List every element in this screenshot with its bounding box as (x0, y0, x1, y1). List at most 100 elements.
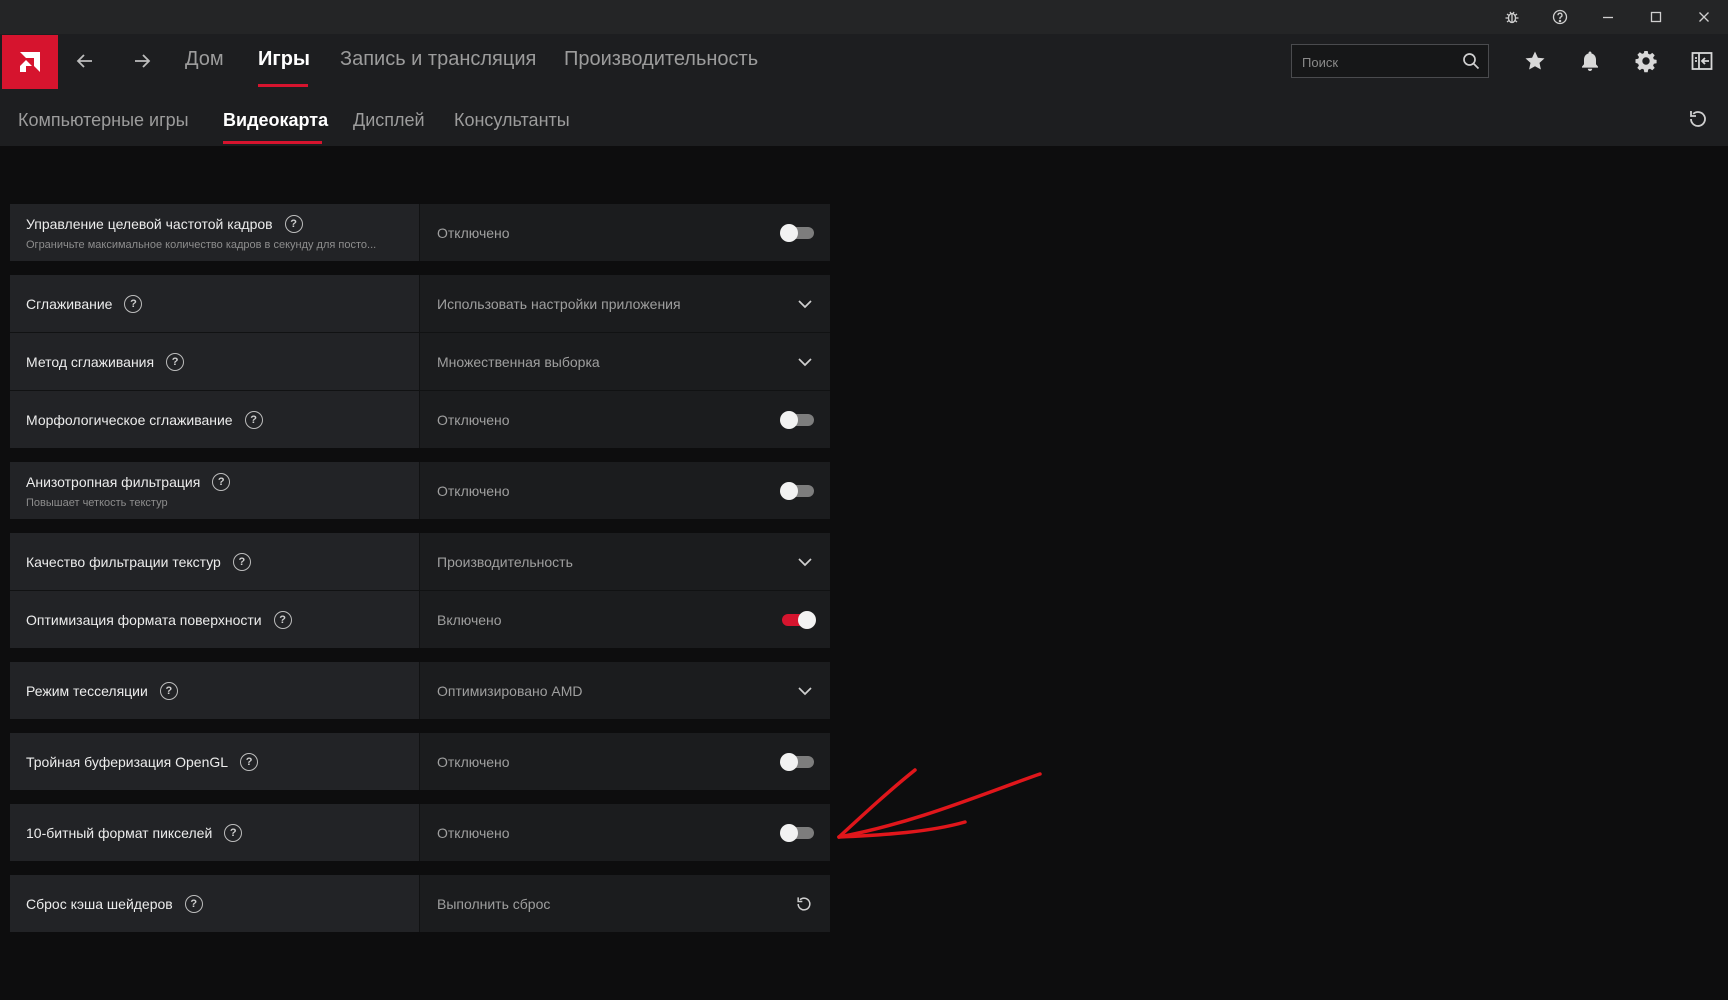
setting-row-surface-format-optimization: Оптимизация формата поверхности? Включен… (10, 591, 830, 648)
help-icon[interactable]: ? (273, 610, 292, 629)
amd-logo[interactable] (2, 35, 58, 89)
nav-tab-performance[interactable]: Производительность (564, 48, 758, 71)
setting-label: Режим тесселяции (26, 682, 148, 699)
setting-row-morphological-aa: Морфологическое сглаживание? Отключено (10, 391, 830, 448)
layout-icon[interactable] (1687, 46, 1717, 76)
help-icon[interactable] (1536, 0, 1584, 34)
search-icon[interactable] (1462, 52, 1480, 70)
setting-value: Использовать настройки приложения (437, 295, 681, 312)
chevron-down-icon (798, 357, 812, 366)
setting-row-tessellation-mode: Режим тесселяции? Оптимизировано AMD (10, 662, 830, 719)
settings-group: Сглаживание? Использовать настройки прил… (10, 275, 830, 448)
bell-icon[interactable] (1575, 46, 1605, 76)
toggle-switch[interactable] (780, 752, 814, 771)
setting-row-shader-cache-reset: Сброс кэша шейдеров? Выполнить сброс (10, 875, 830, 932)
title-bar (0, 0, 1728, 34)
bug-report-icon[interactable] (1488, 0, 1536, 34)
forward-arrow-icon[interactable] (127, 46, 157, 76)
nav-active-indicator (258, 84, 308, 87)
chevron-down-icon (798, 299, 812, 308)
help-icon[interactable]: ? (244, 410, 263, 429)
setting-row-anti-aliasing: Сглаживание? Использовать настройки прил… (10, 275, 830, 333)
sub-nav: Компьютерные игры Видеокарта Дисплей Кон… (0, 89, 1728, 146)
setting-value: Отключено (437, 824, 510, 841)
setting-value: Выполнить сброс (437, 895, 551, 912)
setting-row-anti-aliasing-method: Метод сглаживания? Множественная выборка (10, 333, 830, 391)
help-icon[interactable]: ? (224, 823, 243, 842)
sub-active-indicator (223, 141, 322, 144)
setting-label: Управление целевой частотой кадров (26, 215, 273, 232)
settings-group: Качество фильтрации текстур? Производите… (10, 533, 830, 648)
reset-all-icon[interactable] (1686, 107, 1710, 131)
help-icon[interactable]: ? (166, 352, 185, 371)
dropdown[interactable]: Производительность (420, 533, 830, 590)
settings-group: Анизотропная фильтрация? Повышает четкос… (10, 462, 830, 519)
setting-label: 10-битный формат пикселей (26, 824, 213, 841)
tab-display[interactable]: Дисплей (353, 110, 425, 131)
toggle-switch[interactable] (780, 823, 814, 842)
setting-row-frame-rate-target: Управление целевой частотой кадров? Огра… (10, 204, 830, 261)
search-box (1291, 44, 1489, 79)
settings-group: Режим тесселяции? Оптимизировано AMD (10, 662, 830, 719)
setting-row-texture-filtering-quality: Качество фильтрации текстур? Производите… (10, 533, 830, 591)
toggle-switch[interactable] (780, 481, 814, 500)
help-icon[interactable]: ? (240, 752, 259, 771)
setting-value: Множественная выборка (437, 353, 600, 370)
setting-value: Производительность (437, 553, 573, 570)
setting-value: Отключено (437, 753, 510, 770)
dropdown[interactable]: Использовать настройки приложения (420, 275, 830, 332)
setting-label: Морфологическое сглаживание (26, 411, 233, 428)
gear-icon[interactable] (1631, 46, 1661, 76)
tab-pc-games[interactable]: Компьютерные игры (18, 110, 189, 131)
main-nav: Дом Игры Запись и трансляция Производите… (0, 34, 1728, 89)
minimize-icon[interactable] (1584, 0, 1632, 34)
setting-label: Качество фильтрации текстур (26, 553, 221, 570)
setting-label: Сглаживание (26, 295, 113, 312)
setting-label: Сброс кэша шейдеров (26, 895, 173, 912)
setting-value: Отключено (437, 482, 510, 499)
chevron-down-icon (798, 686, 812, 695)
setting-description: Повышает четкость текстур (26, 496, 168, 509)
reset-shader-cache-button[interactable]: Выполнить сброс (420, 875, 830, 932)
setting-label: Метод сглаживания (26, 353, 155, 370)
nav-tab-games[interactable]: Игры (258, 48, 310, 71)
nav-tab-record-stream[interactable]: Запись и трансляция (340, 48, 536, 71)
reset-icon (797, 896, 811, 911)
settings-group: Управление целевой частотой кадров? Огра… (10, 204, 830, 261)
dropdown[interactable]: Оптимизировано AMD (420, 662, 830, 719)
setting-label: Оптимизация формата поверхности (26, 611, 262, 628)
annotation-arrow (837, 768, 1042, 839)
maximize-icon[interactable] (1632, 0, 1680, 34)
help-icon[interactable]: ? (212, 472, 231, 491)
setting-value: Отключено (437, 411, 510, 428)
dropdown[interactable]: Множественная выборка (420, 333, 830, 390)
window-controls (1488, 0, 1728, 34)
setting-value: Оптимизировано AMD (437, 682, 583, 699)
setting-value: Отключено (437, 224, 510, 241)
help-icon[interactable]: ? (232, 552, 251, 571)
close-icon[interactable] (1680, 0, 1728, 34)
setting-row-opengl-triple-buffering: Тройная буферизация OpenGL? Отключено (10, 733, 830, 790)
help-icon[interactable]: ? (124, 294, 143, 313)
help-icon[interactable]: ? (184, 894, 203, 913)
settings-group: Сброс кэша шейдеров? Выполнить сброс (10, 875, 830, 932)
toggle-switch[interactable] (780, 410, 814, 429)
setting-label: Тройная буферизация OpenGL (26, 753, 229, 770)
back-arrow-icon[interactable] (70, 46, 100, 76)
setting-value: Включено (437, 611, 502, 628)
setting-description: Ограничьте максимальное количество кадро… (26, 238, 377, 251)
tab-advisors[interactable]: Консультанты (454, 110, 570, 131)
star-icon[interactable] (1520, 46, 1550, 76)
setting-row-10-bit-pixel-format: 10-битный формат пикселей? Отключено (10, 804, 830, 861)
search-input[interactable] (1300, 45, 1454, 79)
help-icon[interactable]: ? (159, 681, 178, 700)
setting-label: Анизотропная фильтрация (26, 473, 201, 490)
nav-tab-home[interactable]: Дом (185, 48, 224, 71)
tab-graphics[interactable]: Видеокарта (223, 110, 328, 131)
amd-logo-icon (20, 52, 40, 72)
settings-group: Тройная буферизация OpenGL? Отключено (10, 733, 830, 790)
toggle-switch[interactable] (782, 610, 816, 629)
toggle-switch[interactable] (780, 223, 814, 242)
help-icon[interactable]: ? (284, 214, 303, 233)
graphics-settings-list: Управление целевой частотой кадров? Огра… (10, 204, 830, 946)
